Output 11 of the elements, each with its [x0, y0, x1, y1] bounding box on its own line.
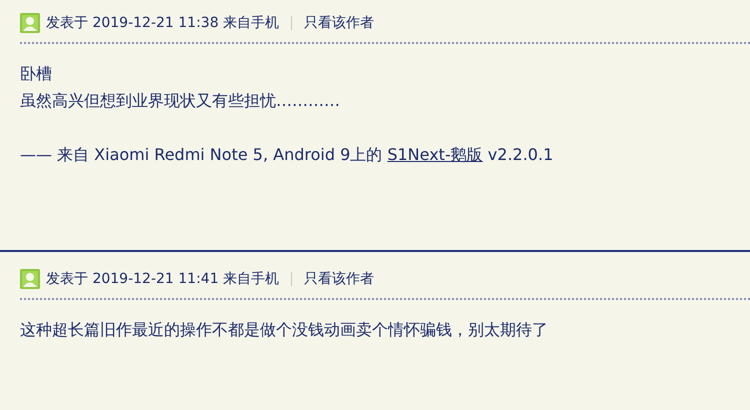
post-meta: 发表于 2019-12-21 11:38 来自手机	[46, 14, 280, 32]
post-text: 这种超长篇旧作最近的操作不都是做个没钱动画卖个情怀骗钱，别太期待了	[20, 319, 549, 341]
author-only-link[interactable]: 只看该作者	[304, 270, 374, 288]
post-meta: 发表于 2019-12-21 11:41 来自手机	[46, 270, 280, 288]
post-text: 虽然高兴但想到业界现状又有些担忧…………	[20, 90, 341, 112]
post-text: 卧槽	[20, 63, 53, 85]
app-link[interactable]: S1Next-鹅版	[387, 145, 483, 164]
signature-text: —— 来自 Xiaomi Redmi Note 5, Android 9上的 S1Next-鹅版 v2.2.0.1	[20, 144, 554, 166]
avatar-icon	[20, 13, 40, 33]
author-only-link[interactable]: 只看该作者	[304, 14, 374, 32]
avatar-icon	[20, 269, 40, 289]
